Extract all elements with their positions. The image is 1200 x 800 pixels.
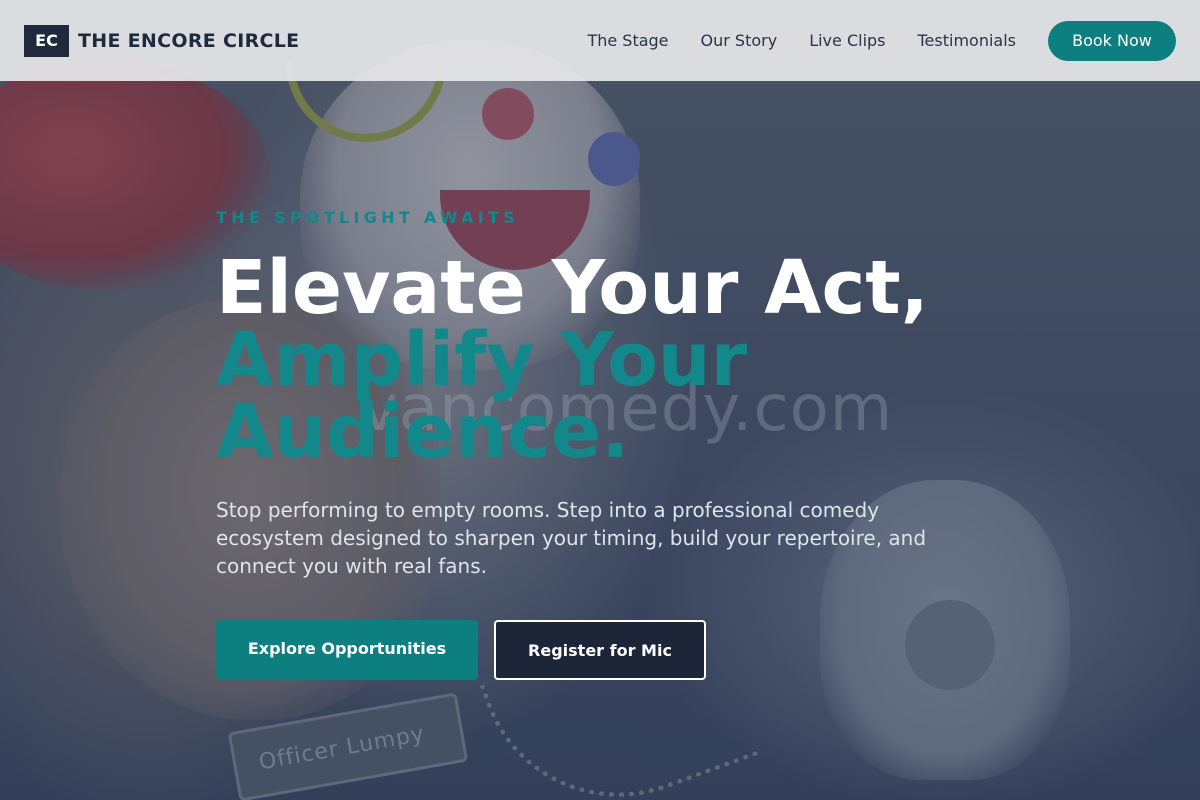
site-logo[interactable]: EC THE ENCORE CIRCLE — [24, 24, 300, 57]
explore-opportunities-button[interactable]: Explore Opportunities — [216, 620, 478, 680]
main-nav: The Stage Our Story Live Clips Testimoni… — [587, 20, 1176, 61]
hero-headline: Elevate Your Act, Amplify Your Audience. — [216, 245, 976, 475]
nav-link-our-story[interactable]: Our Story — [701, 31, 778, 50]
book-now-button[interactable]: Book Now — [1048, 20, 1176, 61]
hero-content: THE SPOTLIGHT AWAITS Elevate Your Act, A… — [216, 208, 976, 680]
headline-line-1: Elevate Your Act, — [216, 245, 929, 331]
headline-line-2: Amplify Your Audience. — [216, 317, 748, 475]
nav-link-live-clips[interactable]: Live Clips — [809, 31, 885, 50]
logo-mark: EC — [24, 24, 69, 57]
hero-cta-row: Explore Opportunities Register for Mic — [216, 620, 976, 680]
register-for-mic-button[interactable]: Register for Mic — [494, 620, 706, 680]
nav-link-the-stage[interactable]: The Stage — [587, 31, 668, 50]
nav-link-testimonials[interactable]: Testimonials — [918, 31, 1017, 50]
site-header: EC THE ENCORE CIRCLE The Stage Our Story… — [0, 0, 1200, 81]
hero-subtext: Stop performing to empty rooms. Step int… — [216, 498, 927, 578]
brand-name: THE ENCORE CIRCLE — [78, 29, 300, 52]
hero-eyebrow: THE SPOTLIGHT AWAITS — [216, 208, 520, 227]
